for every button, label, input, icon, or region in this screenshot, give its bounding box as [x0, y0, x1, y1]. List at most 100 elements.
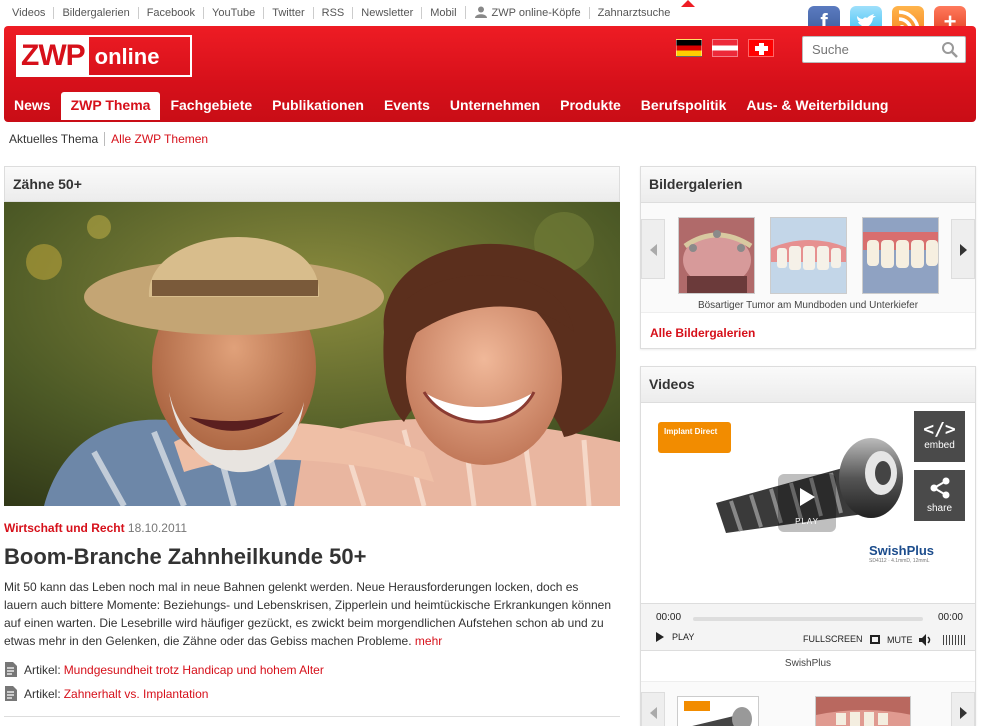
nav-events[interactable]: Events	[374, 92, 440, 120]
carousel-prev-arrow-icon[interactable]	[641, 219, 665, 279]
article-category[interactable]: Wirtschaft und Recht	[4, 521, 125, 535]
nav-produkte[interactable]: Produkte	[550, 92, 631, 120]
video-thumb[interactable]	[677, 696, 759, 726]
share-icon	[930, 477, 949, 499]
toplink-facebook[interactable]: Facebook	[137, 6, 203, 19]
play-icon	[800, 488, 815, 506]
gallery-carousel	[641, 203, 975, 313]
toplink-rss[interactable]: RSS	[312, 6, 353, 19]
country-flags	[676, 39, 774, 57]
fullscreen-label: FULLSCREEN	[803, 634, 863, 644]
related-article-link[interactable]: Mundgesundheit trotz Handicap und hohem …	[64, 663, 324, 677]
embed-button[interactable]: </> embed	[914, 411, 965, 462]
code-icon: </>	[923, 419, 956, 440]
video-play-button[interactable]: PLAY	[778, 474, 836, 532]
nav-news[interactable]: News	[4, 92, 61, 120]
play-icon	[656, 632, 664, 642]
featured-photo[interactable]	[4, 202, 620, 506]
video-thumbnail-strip	[641, 681, 975, 726]
nav-berufspolitik[interactable]: Berufspolitik	[631, 92, 737, 120]
share-button[interactable]: share	[914, 470, 965, 521]
controls-play-button[interactable]: PLAY	[656, 632, 694, 642]
video-prev-arrow-icon[interactable]	[641, 692, 665, 726]
fullscreen-icon	[869, 634, 880, 644]
gallery-caption: Bösartiger Tumor am Mundboden und Unterk…	[697, 300, 919, 311]
active-flag-marker	[681, 0, 695, 7]
switzerland-flag-icon[interactable]	[748, 39, 774, 57]
zwp-online-logo[interactable]: ZWP online	[16, 35, 192, 77]
nav-unternehmen[interactable]: Unternehmen	[440, 92, 550, 120]
volume-slider[interactable]	[943, 635, 965, 645]
video-controls: 00:00 00:00 PLAY FULLSCREEN MUTE	[641, 603, 975, 651]
mute-label: MUTE	[887, 635, 913, 645]
featured-topic-box: Zähne 50+ Wirtschaft und Recht 18.10.201…	[4, 166, 620, 726]
nav-zwp-thema[interactable]: ZWP Thema	[60, 92, 161, 120]
article-teaser: Mit 50 kann das Leben noch mal in neue B…	[4, 578, 614, 650]
video-player[interactable]: Implant Direct PLAY </> embed share Swis…	[641, 403, 975, 603]
main-nav: News ZWP Thema Fachgebiete Publikationen…	[4, 92, 898, 120]
article-headline[interactable]: Boom-Branche Zahnheilkunde 50+	[4, 544, 366, 570]
videos-box: Videos Implant Direct PLAY </> embed sha…	[640, 366, 976, 726]
product-name: SwishPlus	[869, 543, 935, 558]
product-sub: SD4112 · 4.1mmD, 12mmL	[869, 558, 930, 564]
subnav-current[interactable]: Aktuelles Thema	[9, 132, 104, 146]
controls-play-label: PLAY	[672, 632, 695, 642]
toplink-koepfe-label: ZWP online-Köpfe	[491, 7, 581, 19]
top-links-bar: Videos Bildergalerien Facebook YouTube T…	[4, 6, 678, 19]
toplink-mobil[interactable]: Mobil	[421, 6, 464, 19]
speaker-icon	[918, 634, 930, 646]
video-caption: SwishPlus	[784, 658, 832, 669]
subnav-all-themes[interactable]: Alle ZWP Themen	[104, 132, 214, 146]
gallery-box: Bildergalerien Bösartiger Tumor am Mundb…	[640, 166, 976, 349]
article-date: 18.10.2011	[127, 521, 188, 535]
article-teaser-text: Mit 50 kann das Leben noch mal in neue B…	[4, 580, 612, 648]
more-link[interactable]: mehr	[415, 634, 442, 648]
nav-fachgebiete[interactable]: Fachgebiete	[160, 92, 262, 120]
related-article: Artikel: Mundgesundheit trotz Handicap u…	[4, 662, 324, 677]
document-icon	[5, 662, 17, 677]
toplink-bildergalerien[interactable]: Bildergalerien	[53, 6, 137, 19]
document-icon	[5, 686, 17, 701]
all-galleries-link[interactable]: Alle Bildergalerien	[650, 326, 755, 340]
logo-zwp: ZWP	[18, 37, 89, 75]
time-current: 00:00	[656, 612, 682, 623]
related-article: Artikel: Zahnerhalt vs. Implantation	[4, 686, 208, 701]
embed-label: embed	[924, 440, 955, 451]
search-box	[802, 36, 966, 63]
fullscreen-button[interactable]: FULLSCREEN	[803, 634, 880, 644]
carousel-next-arrow-icon[interactable]	[951, 219, 975, 279]
austria-flag-icon[interactable]	[712, 39, 738, 57]
share-label: share	[926, 503, 952, 514]
toplink-twitter[interactable]: Twitter	[263, 6, 312, 19]
gallery-thumb[interactable]	[770, 217, 847, 294]
nav-publikationen[interactable]: Publikationen	[262, 92, 374, 120]
related-article-label: Artikel:	[24, 662, 61, 677]
search-icon[interactable]	[941, 41, 959, 59]
toplink-koepfe[interactable]: ZWP online-Köpfe	[464, 6, 589, 19]
related-article-label: Artikel:	[24, 686, 61, 701]
gallery-title: Bildergalerien	[641, 167, 975, 203]
toplink-videos[interactable]: Videos	[4, 7, 53, 19]
videos-title: Videos	[641, 367, 975, 403]
video-thumb[interactable]	[815, 696, 911, 726]
toplink-newsletter[interactable]: Newsletter	[352, 6, 421, 19]
seek-bar[interactable]	[693, 617, 923, 621]
toplink-youtube[interactable]: YouTube	[203, 6, 263, 19]
couple-photo-illustration	[4, 202, 620, 506]
video-next-arrow-icon[interactable]	[951, 692, 975, 726]
swishplus-logo: SwishPlus SD4112 · 4.1mmD, 12mmL	[869, 543, 934, 564]
person-icon	[474, 6, 487, 18]
play-overlay-label: PLAY	[795, 517, 819, 526]
germany-flag-icon[interactable]	[676, 39, 702, 57]
mute-button[interactable]: MUTE	[887, 634, 933, 646]
sub-nav: Aktuelles Thema Alle ZWP Themen	[9, 132, 214, 146]
related-article-link[interactable]: Zahnerhalt vs. Implantation	[64, 687, 209, 701]
gallery-thumb[interactable]	[862, 217, 939, 294]
nav-aus-weiterbildung[interactable]: Aus- & Weiterbildung	[736, 92, 898, 120]
gallery-thumb[interactable]	[678, 217, 755, 294]
featured-topic-title: Zähne 50+	[4, 166, 620, 202]
site-header: ZWP online News ZWP Thema Fachgebiete Pu…	[4, 26, 976, 122]
logo-text: Implant Direct	[664, 427, 718, 436]
toplink-zahnarztsuche[interactable]: Zahnarztsuche	[588, 6, 679, 19]
search-input[interactable]	[803, 37, 933, 62]
